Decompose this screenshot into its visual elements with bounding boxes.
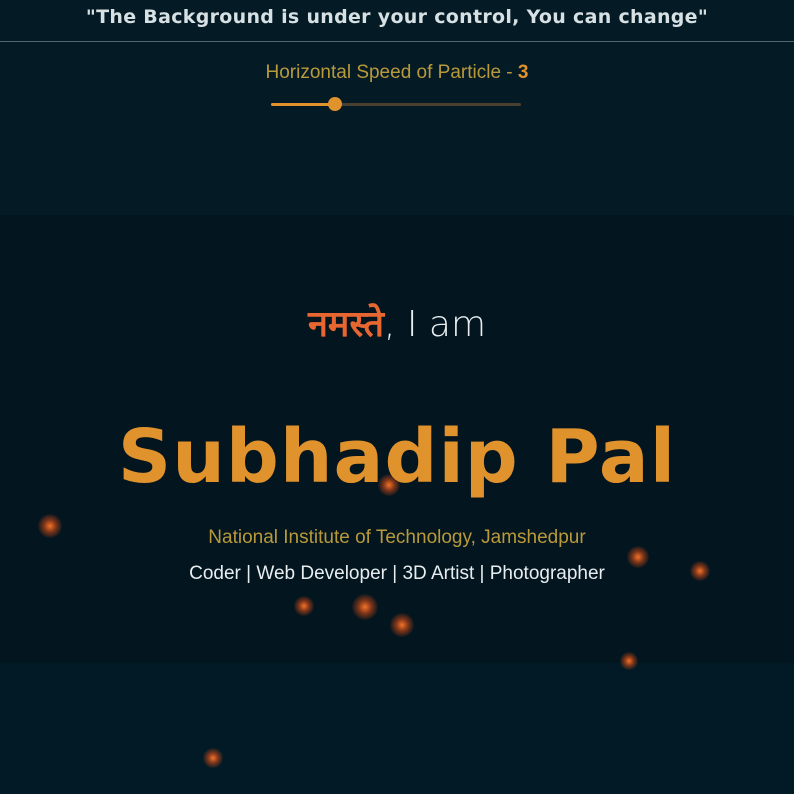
hero-name: Subhadip Pal	[117, 414, 677, 500]
speed-label-text: Horizontal Speed of Particle -	[265, 62, 518, 83]
top-bar: "The Background is under your control, Y…	[0, 0, 794, 42]
greeting-rest: , I am	[383, 304, 487, 345]
slider-thumb[interactable]	[328, 97, 342, 111]
greeting: नमस्ते, I am	[0, 298, 794, 347]
particle	[390, 613, 414, 637]
slider-fill	[271, 103, 334, 106]
page: "The Background is under your control, Y…	[0, 0, 794, 794]
background-band	[0, 663, 794, 794]
speed-control-label: Horizontal Speed of Particle - 3	[0, 62, 794, 84]
particle	[620, 652, 638, 670]
background-hint-quote: "The Background is under your control, Y…	[85, 6, 709, 28]
horizontal-speed-slider[interactable]	[271, 96, 521, 112]
roles-line: Coder | Web Developer | 3D Artist | Phot…	[189, 563, 605, 584]
institute-line: National Institute of Technology, Jamshe…	[208, 527, 586, 548]
particle	[294, 596, 314, 616]
particle	[352, 594, 378, 620]
speed-value: 3	[517, 62, 529, 83]
particle	[203, 748, 223, 768]
greeting-namaste: नमस्ते	[307, 304, 384, 345]
